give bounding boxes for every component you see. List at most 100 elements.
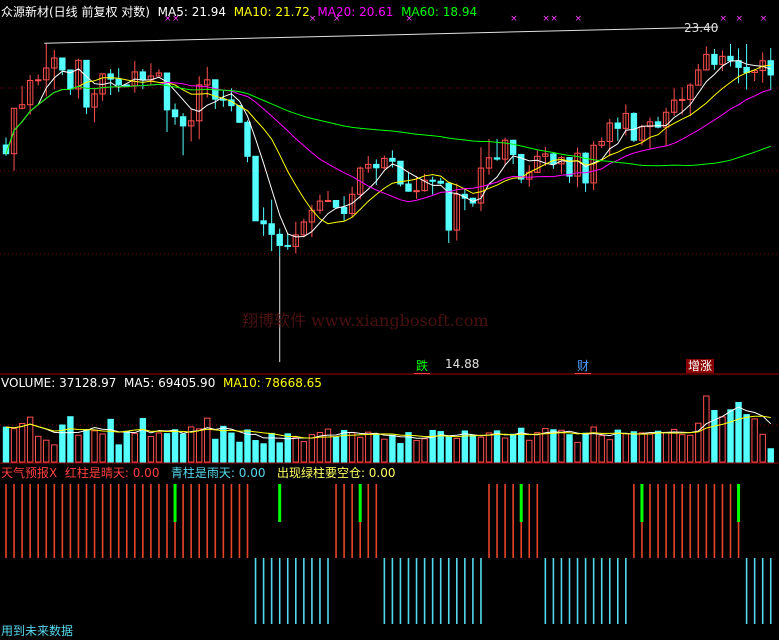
volume-bar	[687, 434, 694, 463]
chart-stage: × × × × × × × × × × × × 众源新材(日线 前复权 对数) MA5: 21.94 …	[0, 0, 779, 640]
event-label-fall[interactable]: 跌	[414, 359, 431, 374]
volume-bar	[300, 441, 308, 463]
volume-bar	[638, 432, 646, 463]
ma20-line	[5, 81, 771, 203]
candle-body	[437, 180, 444, 184]
volume-bar	[670, 428, 678, 463]
event-label-finance[interactable]: 财	[575, 359, 592, 374]
volume-bar	[614, 429, 621, 463]
volume-bar	[526, 439, 533, 463]
volume-bar	[163, 433, 171, 463]
candle-body	[171, 109, 179, 118]
candle-body	[163, 72, 171, 111]
volume-bar	[179, 433, 187, 463]
candle-body	[236, 105, 243, 123]
ma20-label: MA20: 20.61	[317, 5, 394, 19]
volume-bar	[196, 428, 203, 463]
volume-bar	[566, 434, 573, 463]
volume-bar	[574, 441, 581, 463]
volume-bar	[324, 428, 332, 463]
volume-bar	[204, 417, 211, 463]
low-price-label: 14.88	[445, 357, 480, 371]
volume-bar	[236, 441, 243, 463]
candle-body	[727, 55, 734, 62]
candle-body	[324, 199, 332, 202]
candle-body	[59, 57, 66, 71]
stock-title: 众源新材(日线 前复权 对数)	[1, 5, 150, 19]
volume-bar	[534, 432, 541, 463]
volume-bar	[276, 442, 283, 463]
candle-body	[493, 157, 501, 160]
volume-bar	[107, 418, 114, 463]
volume-bar	[212, 438, 219, 463]
volume-bar	[260, 443, 267, 463]
volume-bar	[469, 434, 477, 463]
volume-bar	[2, 426, 10, 463]
candle-body	[405, 183, 412, 192]
indicator-red-label: 红柱是晴天: 0.00	[64, 466, 160, 480]
candle-body	[252, 155, 259, 222]
indicator-footer: 用到未来数据	[1, 624, 74, 638]
volume-bar	[83, 429, 90, 463]
ma10-label: MA10: 21.72	[233, 5, 310, 19]
high-price-label: 23.40	[684, 21, 719, 35]
volume-bar	[147, 436, 155, 463]
main-header: 众源新材(日线 前复权 对数) MA5: 21.94 MA10: 21.72 M…	[1, 5, 477, 19]
volume-bar	[606, 439, 613, 463]
candle-body	[268, 223, 275, 235]
candle-body	[332, 199, 340, 208]
candle-body	[389, 157, 396, 162]
candle-body	[630, 112, 638, 141]
volume-bar	[115, 444, 122, 463]
candle-body	[397, 160, 404, 185]
volume-bar	[252, 440, 259, 463]
volume-bar	[75, 434, 82, 463]
volume-bar	[501, 437, 509, 463]
volume-bar	[485, 432, 493, 463]
volume-bar	[767, 448, 774, 463]
volume-bar	[365, 431, 372, 463]
candle-body	[373, 163, 380, 169]
volume-label: VOLUME: 37128.97	[1, 376, 117, 390]
volume-bar	[477, 436, 485, 463]
candle-body	[429, 179, 436, 182]
volume-bar	[284, 433, 291, 463]
volume-bar	[429, 429, 436, 463]
volume-bar	[51, 444, 58, 463]
candle-body	[276, 233, 283, 246]
volume-bar	[220, 425, 227, 463]
volume-bar	[332, 436, 340, 463]
volume-bar	[654, 430, 662, 463]
ma5-label: MA5: 21.94	[157, 5, 227, 19]
candle-body	[115, 78, 122, 86]
volume-bar	[679, 434, 686, 463]
volume-bar	[308, 434, 316, 463]
candle-body	[244, 121, 251, 157]
volume-bar	[292, 437, 300, 463]
volume-bar	[445, 436, 452, 463]
volume-bar	[123, 430, 130, 463]
event-label-increase[interactable]: 增涨	[686, 359, 715, 373]
candle-body	[445, 182, 452, 231]
volume-bar	[421, 438, 428, 463]
event-marker: ×	[719, 14, 727, 24]
event-marker: ×	[542, 14, 550, 24]
volume-bar	[735, 401, 742, 463]
volume-bar	[373, 433, 380, 463]
volume-bar	[91, 430, 98, 463]
volume-bar	[558, 429, 565, 463]
volume-bar	[509, 433, 517, 463]
volume-bar	[131, 432, 139, 463]
volume-bar	[711, 410, 718, 463]
volume-bar	[646, 433, 654, 463]
indicator-label: 天气预报X	[1, 466, 58, 480]
candle-body	[179, 116, 187, 127]
candle-body	[107, 73, 114, 80]
volume-ma10-label: MA10: 78668.65	[222, 376, 322, 390]
volume-bar	[67, 416, 74, 463]
volume-bar	[18, 423, 26, 463]
indicator-green-label: 出现绿柱要空仓: 0.00	[276, 466, 396, 480]
candle-body	[550, 153, 557, 165]
volume-bar	[348, 432, 356, 463]
volume-bar	[99, 433, 106, 463]
